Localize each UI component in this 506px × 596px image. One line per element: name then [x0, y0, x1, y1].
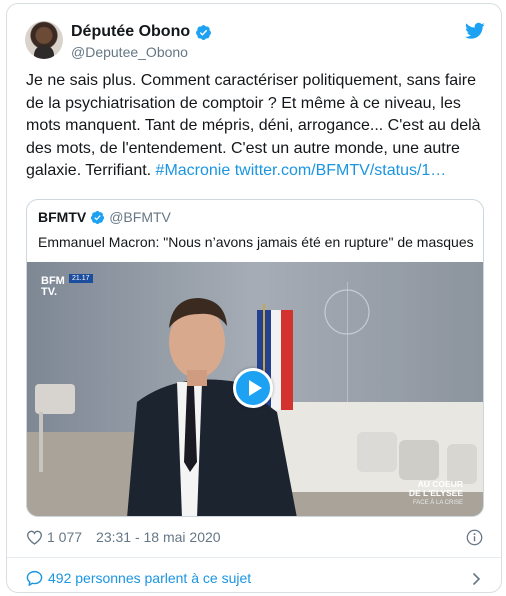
channel-logo: BFM TV. — [41, 275, 65, 298]
quoted-tweet[interactable]: BFMTV @BFMTV Emmanuel Macron: "Nous n’av… — [26, 199, 484, 517]
heart-icon[interactable] — [26, 530, 43, 545]
chat-bubble-icon — [26, 570, 43, 586]
author-names: Députée Obono @Deputee_Obono — [71, 22, 212, 61]
broadcast-time-badge: 21.17 — [69, 274, 93, 283]
author-display-name[interactable]: Députée Obono — [71, 22, 190, 42]
avatar[interactable] — [25, 21, 63, 59]
quoted-author-handle: @BFMTV — [109, 209, 171, 225]
info-icon[interactable] — [466, 529, 483, 546]
hashtag-link[interactable]: #Macronie — [156, 162, 231, 179]
tweet-meta: 1 077 23:31 - 18 mai 2020 — [26, 529, 221, 545]
chevron-right-icon[interactable] — [472, 572, 481, 586]
tweet-timestamp[interactable]: 23:31 - 18 mai 2020 — [96, 529, 221, 545]
verified-badge-icon — [196, 24, 212, 40]
video-player[interactable]: BFM TV. 21.17 AU COEUR DE L'ELYSEE FACE … — [27, 262, 483, 516]
play-button[interactable] — [233, 368, 273, 408]
conversation-link[interactable]: 492 personnes parlent à ce sujet — [26, 570, 251, 586]
conversation-label[interactable]: 492 personnes parlent à ce sujet — [48, 570, 251, 586]
program-title: AU COEUR DE L'ELYSEE — [408, 479, 463, 498]
divider — [7, 557, 501, 558]
quoted-url-link[interactable]: twitter.com/BFMTV/status/1… — [235, 162, 447, 179]
quoted-tweet-text: Emmanuel Macron: "Nous n’avons jamais ét… — [38, 234, 474, 250]
tweet-header: Députée Obono @Deputee_Obono — [21, 18, 487, 62]
quoted-author-name: BFMTV — [38, 209, 87, 225]
program-subtitle: FACE À LA CRISE — [412, 500, 463, 506]
quoted-tweet-header: BFMTV @BFMTV — [38, 209, 171, 225]
verified-badge-icon — [91, 210, 105, 224]
tweet-text: Je ne sais plus. Comment caractériser po… — [26, 70, 490, 183]
author-handle[interactable]: @Deputee_Obono — [71, 43, 212, 61]
play-icon — [248, 380, 262, 396]
embedded-tweet-card[interactable]: Députée Obono @Deputee_Obono Je ne sais … — [6, 3, 502, 593]
like-count[interactable]: 1 077 — [47, 529, 82, 545]
avatar-figure — [34, 45, 54, 59]
twitter-bird-icon[interactable] — [465, 22, 485, 40]
